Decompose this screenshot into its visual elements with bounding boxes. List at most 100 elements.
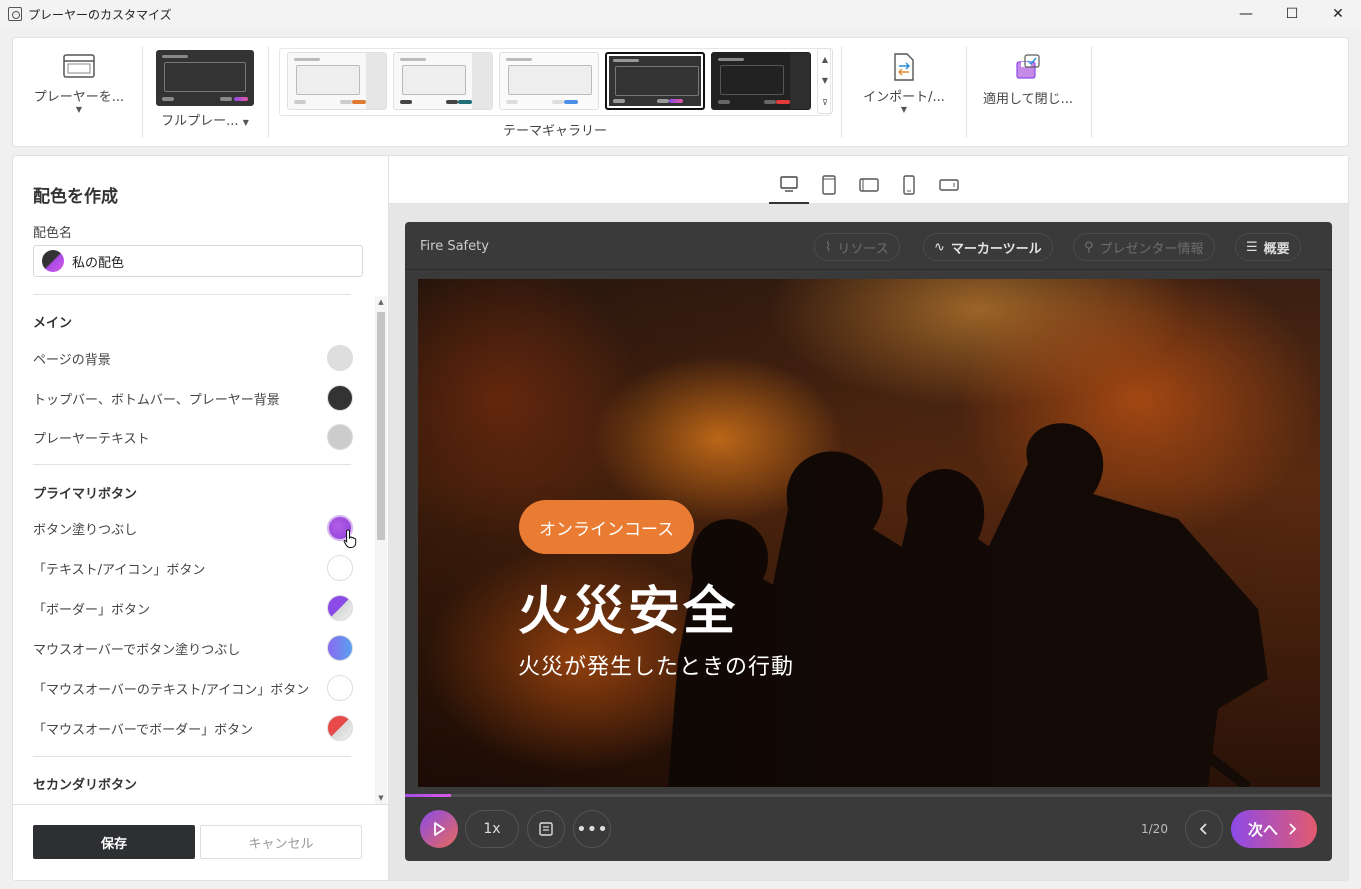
row-label: マウスオーバーでボタン塗りつぶし — [33, 642, 241, 658]
previous-button[interactable] — [1185, 810, 1223, 848]
color-row-player-text: プレーヤーテキスト — [33, 422, 353, 452]
color-picker-bars-bg[interactable] — [327, 385, 353, 411]
more-options-button[interactable]: ••• — [573, 810, 611, 848]
fullplayer-thumbnail — [156, 50, 254, 106]
resources-tab[interactable]: ⌇ リソース — [814, 233, 900, 261]
theme-thumbnail-dark-purple-selected[interactable] — [605, 52, 705, 110]
slide-subtitle: 火災が発生したときの行動 — [518, 655, 795, 680]
next-label: 次へ — [1247, 820, 1278, 839]
color-row-btn-text: 「テキスト/アイコン」ボタン — [33, 553, 353, 583]
color-row-btn-fill: ボタン塗りつぶし — [33, 513, 353, 543]
panel-scrollbar[interactable]: ▲ ▼ — [375, 296, 387, 804]
paperclip-icon: ⌇ — [825, 239, 832, 255]
close-button[interactable]: ✕ — [1315, 0, 1361, 28]
gallery-label: テーマギャラリー — [502, 124, 607, 139]
chevron-down-icon: ▼ — [900, 105, 908, 114]
device-toolbar — [389, 156, 1348, 204]
panel-title: 配色を作成 — [33, 187, 118, 207]
player-preview: Fire Safety ⌇ リソース ∿ マーカーツール ⚲ プレゼンター情報 … — [405, 222, 1332, 861]
chevron-left-icon — [1199, 823, 1207, 835]
scheme-swatch-icon — [42, 250, 64, 272]
color-row-bars-bg: トップバー、ボトムバー、プレーヤー背景 — [33, 383, 353, 413]
theme-thumbnail-light-teal[interactable] — [393, 52, 493, 110]
resources-label: リソース — [837, 241, 889, 257]
phone-landscape-view-button[interactable] — [929, 166, 969, 204]
marker-tool-tab[interactable]: ∿ マーカーツール — [923, 233, 1053, 261]
section-secondary-title: セカンダリボタン — [33, 778, 138, 793]
tablet-portrait-view-button[interactable] — [809, 166, 849, 204]
color-picker-btn-border[interactable] — [327, 595, 353, 621]
scheme-name-field[interactable]: 私の配色 — [33, 245, 363, 277]
save-button[interactable]: 保存 — [33, 825, 195, 859]
scheme-name-label: 配色名 — [33, 226, 73, 241]
color-picker-page-bg[interactable] — [327, 345, 353, 371]
color-picker-btn-text[interactable] — [327, 555, 353, 581]
outline-tab[interactable]: ☰ 概要 — [1235, 233, 1301, 261]
slide-canvas: オンラインコース 火災安全 火災が発生したときの行動 — [418, 279, 1320, 787]
theme-thumbnail-dark-red[interactable] — [711, 52, 811, 110]
title-bar: プレーヤーのカスタマイズ — ☐ ✕ — [0, 0, 1361, 28]
theme-thumbnail-light-blue[interactable] — [499, 52, 599, 110]
play-button[interactable] — [420, 810, 458, 848]
tablet-landscape-view-button[interactable] — [849, 166, 889, 204]
player-menu-button[interactable]: プレーヤーを... ▼ — [29, 52, 129, 114]
minimize-button[interactable]: — — [1223, 0, 1269, 28]
list-icon: ☰ — [1246, 239, 1258, 255]
presenter-info-tab[interactable]: ⚲ プレゼンター情報 — [1073, 233, 1215, 261]
outline-label: 概要 — [1263, 241, 1290, 257]
ellipsis-icon: ••• — [576, 818, 608, 840]
preview-area: Fire Safety ⌇ リソース ∿ マーカーツール ⚲ プレゼンター情報 … — [388, 155, 1349, 881]
marker-tool-label: マーカーツール — [950, 241, 1042, 257]
slide-title: 火災安全 — [518, 582, 739, 642]
chevron-up-icon[interactable]: ▲ — [822, 55, 828, 64]
color-picker-hover-text[interactable] — [327, 675, 353, 701]
theme-gallery: ▲ ▼ ⊽ テーマギャラリー — [279, 38, 839, 146]
row-label: プレーヤーテキスト — [33, 431, 150, 447]
desktop-icon — [780, 176, 798, 192]
color-row-hover-border: 「マウスオーバーでボーダー」ボタン — [33, 713, 353, 743]
transcript-button[interactable] — [527, 810, 565, 848]
scroll-up-icon[interactable]: ▲ — [377, 298, 385, 306]
expand-gallery-icon[interactable]: ⊽ — [822, 98, 828, 107]
fullplayer-button[interactable]: フルプレー... ▼ — [155, 50, 255, 129]
maximize-button[interactable]: ☐ — [1269, 0, 1315, 28]
row-label: 「マウスオーバーでボーダー」ボタン — [33, 722, 254, 738]
import-export-icon — [894, 53, 914, 81]
color-picker-hover-fill[interactable] — [327, 635, 353, 661]
save-apply-icon — [1016, 54, 1040, 79]
presenter-info-label: プレゼンター情報 — [1099, 241, 1204, 257]
window-title: プレーヤーのカスタマイズ — [28, 7, 172, 22]
theme-thumbnail-light-orange[interactable] — [287, 52, 387, 110]
player-window-icon — [63, 54, 95, 78]
row-label: 「テキスト/アイコン」ボタン — [33, 562, 206, 578]
playback-speed-button[interactable]: 1x — [465, 810, 519, 848]
phone-portrait-view-button[interactable] — [889, 166, 929, 204]
scroll-down-icon[interactable]: ▼ — [377, 794, 385, 802]
course-pill-badge: オンラインコース — [519, 500, 695, 554]
chevron-down-icon[interactable]: ▼ — [822, 76, 828, 85]
play-icon — [434, 822, 445, 836]
fullplayer-label: フルプレー... — [161, 114, 239, 129]
course-title: Fire Safety — [420, 239, 489, 254]
tablet-portrait-icon — [822, 175, 836, 195]
import-export-button[interactable]: インポート/... ▼ — [851, 52, 957, 114]
scrollbar-thumb[interactable] — [377, 312, 385, 540]
color-row-hover-fill: マウスオーバーでボタン塗りつぶし — [33, 633, 353, 663]
progress-bar[interactable] — [405, 794, 1332, 797]
gallery-scroll-buttons[interactable]: ▲ ▼ ⊽ — [817, 48, 833, 114]
transcript-icon — [539, 822, 553, 836]
color-picker-hover-border[interactable] — [327, 715, 353, 741]
app-icon — [8, 7, 22, 21]
phone-portrait-icon — [903, 175, 915, 195]
speed-label: 1x — [483, 821, 501, 837]
apply-close-button[interactable]: 適用して閉じ... — [975, 52, 1081, 107]
tablet-landscape-icon — [859, 178, 879, 192]
player-top-bar: Fire Safety ⌇ リソース ∿ マーカーツール ⚲ プレゼンター情報 … — [405, 222, 1332, 270]
desktop-view-button[interactable] — [769, 166, 809, 204]
cancel-button[interactable]: キャンセル — [200, 825, 362, 859]
color-row-page-bg: ページの背景 — [33, 343, 353, 373]
color-picker-player-text[interactable] — [327, 424, 353, 450]
next-button[interactable]: 次へ — [1231, 810, 1317, 848]
chevron-down-icon: ▼ — [75, 105, 83, 114]
apply-close-label: 適用して閉じ... — [982, 92, 1073, 107]
